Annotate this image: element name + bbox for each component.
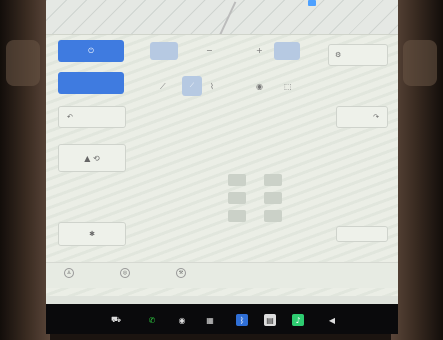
air-vent-left bbox=[6, 40, 40, 86]
person-icon: ♙ bbox=[64, 268, 74, 278]
seat-heat-button[interactable]: ▲ ⟲ bbox=[58, 144, 126, 172]
map-pin-icon[interactable] bbox=[308, 0, 316, 6]
wrench-icon: ⚒ bbox=[176, 268, 186, 278]
touchscreen: ⏻ − + ⚙ ⟋ ⟋ ⌇ ◉ ⬚ ↶ ↷ ▲ ⟲ ✱ ♙ ◎ ⚒ bbox=[46, 0, 398, 330]
dock-bar: ⛟ ✆ ◉ ▦ ᛒ ▤ ♪ ◀ bbox=[46, 304, 398, 334]
bottom-item-1[interactable]: ♙ bbox=[64, 268, 77, 278]
spotify-icon[interactable]: ♪ bbox=[292, 314, 304, 326]
volume-icon[interactable]: ◀ bbox=[326, 314, 338, 326]
power-button[interactable]: ⏻ bbox=[58, 40, 124, 62]
map-road bbox=[217, 1, 237, 39]
bottom-item-3[interactable]: ⚒ bbox=[176, 268, 189, 278]
left-wiper-button[interactable]: ↶ bbox=[58, 106, 126, 128]
right-wiper-button[interactable]: ↷ bbox=[336, 106, 388, 128]
seat-heater-cell[interactable] bbox=[264, 174, 282, 186]
fan-active-button[interactable] bbox=[274, 42, 300, 60]
seat-heat-icon: ▲ ⟲ bbox=[84, 153, 100, 163]
app-icon[interactable]: ▦ bbox=[204, 314, 216, 326]
files-icon[interactable]: ▤ bbox=[264, 314, 276, 326]
defrost-icon: ✱ bbox=[89, 230, 95, 238]
small-right-button[interactable] bbox=[336, 226, 388, 242]
climate-pale-button[interactable] bbox=[150, 42, 178, 60]
air-vent-right bbox=[403, 40, 437, 86]
mode-button[interactable] bbox=[58, 72, 124, 94]
seat-heater-cell[interactable] bbox=[228, 192, 246, 204]
defrost-front-icon[interactable]: ⟋ bbox=[160, 82, 166, 92]
seat-heater-cell[interactable] bbox=[264, 192, 282, 204]
fan-down-button[interactable]: − bbox=[206, 46, 213, 55]
airflow-feet-icon[interactable]: ⌇ bbox=[210, 82, 214, 91]
camera-icon[interactable]: ◉ bbox=[176, 314, 188, 326]
bluetooth-icon[interactable]: ᛒ bbox=[236, 314, 248, 326]
seat-heater-cell[interactable] bbox=[228, 210, 246, 222]
wiper-icon: ↶ bbox=[67, 113, 73, 121]
pill-icon: ⚙ bbox=[335, 51, 342, 59]
power-icon: ⏻ bbox=[88, 46, 94, 55]
seat-heater-cell[interactable] bbox=[228, 174, 246, 186]
defrost-button[interactable]: ✱ bbox=[58, 222, 126, 246]
wiper-icon: ↷ bbox=[373, 113, 379, 121]
recirculate-icon[interactable]: ◉ bbox=[256, 82, 263, 91]
bottom-strip bbox=[46, 262, 398, 288]
photo-background: ⏻ − + ⚙ ⟋ ⟋ ⌇ ◉ ⬚ ↶ ↷ ▲ ⟲ ✱ ♙ ◎ ⚒ ⛟ ✆ ◉ … bbox=[0, 0, 443, 340]
fan-up-button[interactable]: + bbox=[256, 46, 263, 55]
airflow-icon: ⟋ bbox=[189, 82, 195, 89]
phone-icon[interactable]: ✆ bbox=[146, 314, 158, 326]
pill-button[interactable]: ⚙ bbox=[328, 44, 388, 66]
steering-icon: ◎ bbox=[120, 268, 130, 278]
airflow-button[interactable]: ⟋ bbox=[182, 76, 202, 96]
car-icon[interactable]: ⛟ bbox=[104, 314, 128, 326]
defrost-rear-icon[interactable]: ⬚ bbox=[284, 82, 292, 91]
bottom-item-2[interactable]: ◎ bbox=[120, 268, 133, 278]
bezel-right bbox=[391, 0, 443, 340]
seat-heater-cell[interactable] bbox=[264, 210, 282, 222]
bezel-left bbox=[0, 0, 50, 340]
seat-heater-grid bbox=[222, 172, 306, 230]
